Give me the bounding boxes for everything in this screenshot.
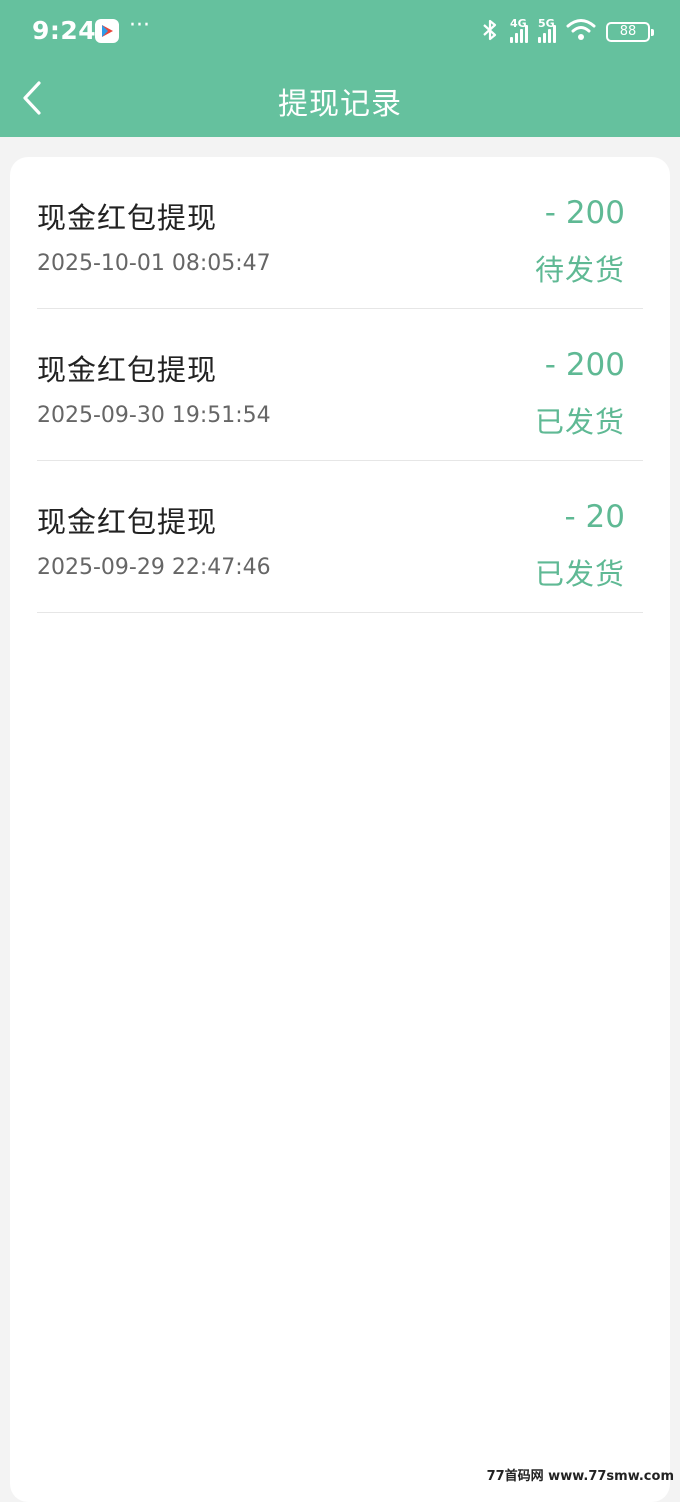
- record-amount: - 200: [545, 195, 625, 231]
- record-title: 现金红包提现: [37, 499, 217, 541]
- withdrawal-list: 现金红包提现 2025-10-01 08:05:47 - 200 待发货 现金红…: [10, 157, 670, 1502]
- withdrawal-record[interactable]: 现金红包提现 2025-09-30 19:51:54 - 200 已发货: [37, 309, 643, 461]
- status-icons: 4G 5G 88: [480, 17, 650, 47]
- withdrawal-record[interactable]: 现金红包提现 2025-09-29 22:47:46 - 20 已发货: [37, 461, 643, 613]
- signal-4g-icon: 4G: [510, 21, 528, 43]
- wifi-icon: [566, 18, 596, 46]
- battery-icon: 88: [606, 22, 650, 42]
- app-header: 9:24 ··· 4G 5G: [0, 0, 680, 137]
- record-title: 现金红包提现: [37, 195, 217, 237]
- status-bar: 9:24 ··· 4G 5G: [0, 0, 680, 64]
- status-time: 9:24: [32, 16, 96, 45]
- signal-5g-icon: 5G: [538, 21, 556, 43]
- record-status: 已发货: [535, 551, 625, 593]
- withdrawal-record[interactable]: 现金红包提现 2025-10-01 08:05:47 - 200 待发货: [37, 157, 643, 309]
- record-title: 现金红包提现: [37, 347, 217, 389]
- bluetooth-icon: [480, 18, 500, 46]
- record-time: 2025-09-29 22:47:46: [37, 555, 271, 580]
- watermark: 77首码网 www.77smw.com: [487, 1465, 674, 1484]
- record-amount: - 200: [545, 347, 625, 383]
- record-status: 待发货: [535, 247, 625, 289]
- nav-bar: 提现记录: [0, 64, 680, 137]
- record-time: 2025-09-30 19:51:54: [37, 403, 271, 428]
- video-app-icon: [95, 19, 119, 43]
- record-amount: - 20: [565, 499, 626, 535]
- page-title: 提现记录: [0, 79, 680, 123]
- more-notifications-icon: ···: [129, 13, 150, 38]
- record-status: 已发货: [535, 399, 625, 441]
- record-time: 2025-10-01 08:05:47: [37, 251, 271, 276]
